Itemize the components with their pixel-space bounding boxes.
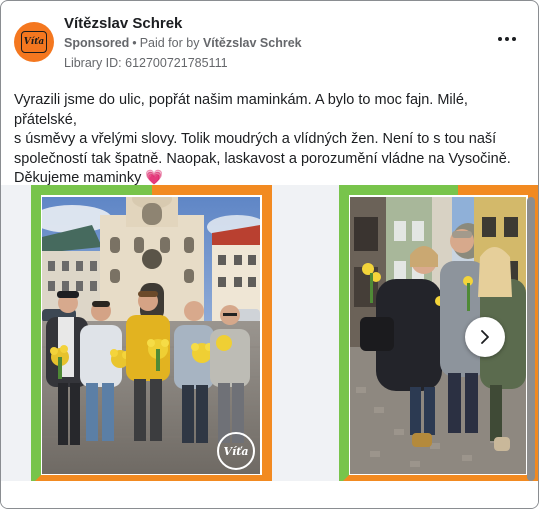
avatar-logo-text: Víťa — [23, 37, 45, 47]
post-text-line: s úsměvy a vřelými slovy. Tolik moudrých… — [14, 131, 497, 147]
post-header: Víťa Vítězslav Schrek Sponsored • Paid for… — [14, 15, 529, 73]
post-text: Vyrazili jsme do ulic, popřát našim mami… — [14, 91, 529, 189]
chevron-right-icon — [481, 330, 489, 344]
group-photo-illustration: Víťa — [42, 197, 260, 474]
more-options-icon[interactable] — [497, 33, 517, 45]
library-id: Library ID: 612700721785111 — [64, 56, 228, 70]
carousel-next-button[interactable] — [465, 317, 505, 357]
scrollbar[interactable] — [527, 197, 535, 481]
ad-card: Víťa Vítězslav Schrek Sponsored • Paid for… — [0, 0, 539, 509]
sponsored-label[interactable]: Sponsored — [64, 36, 129, 50]
author-name[interactable]: Vítězslav Schrek — [64, 15, 182, 32]
sponsored-line: Sponsored • Paid for by Vítězslav Schrek — [64, 36, 302, 50]
watermark-text: Víťa — [224, 445, 249, 458]
avatar[interactable]: Víťa — [14, 22, 54, 62]
paid-for-name: Vítězslav Schrek — [202, 36, 302, 50]
post-text-line: Vyrazili jsme do ulic, popřát našim mami… — [14, 92, 468, 128]
post-text-line: společností tak špatně. Naopak, laskavos… — [14, 150, 511, 167]
heart-emoji-icon: 💗 — [145, 170, 164, 186]
avatar-logo: Víťa — [21, 31, 47, 53]
carousel-image-1[interactable]: Víťa — [42, 197, 260, 474]
paid-for-prefix: Paid for by — [139, 36, 200, 50]
card-footer — [1, 481, 538, 508]
meta-separator: • — [132, 36, 137, 50]
